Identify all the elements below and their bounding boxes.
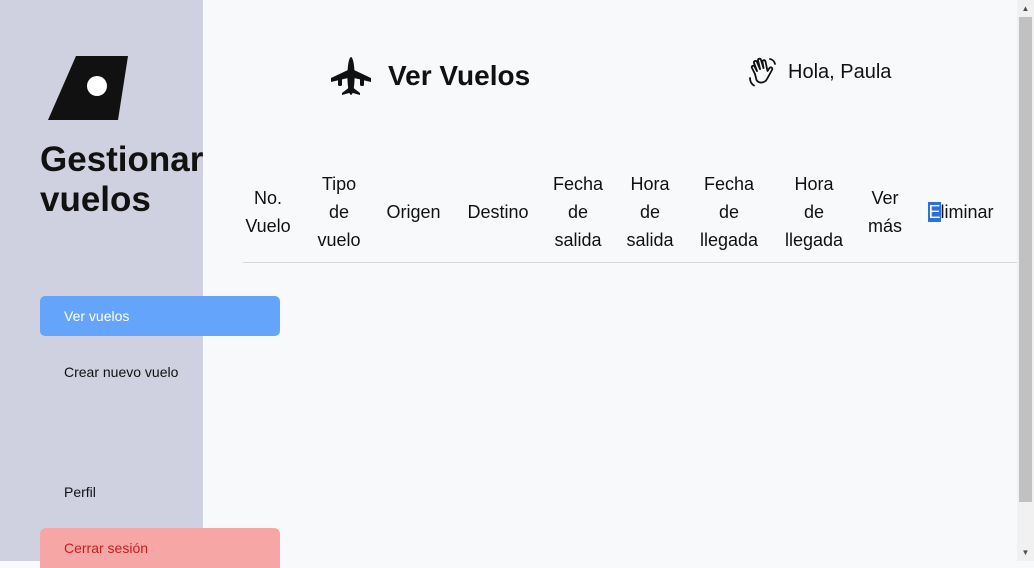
- column-header-hora-de-salida: Hora de salida: [626, 174, 674, 250]
- vertical-scrollbar[interactable]: ▲ ▼: [1017, 0, 1034, 561]
- text-selection: E: [928, 202, 941, 222]
- greeting: Hola, Paula: [788, 61, 892, 83]
- nav-perfil[interactable]: Perfil: [40, 472, 280, 512]
- flights-table-header: No. Vuelo Tipo de vuelo Origen Destino Fech…: [243, 162, 1017, 263]
- page-title: Ver Vuelos: [388, 60, 531, 91]
- scrollbar-thumb[interactable]: [1019, 17, 1032, 502]
- column-header-tipo-de-vuelo: Tipo de vuelo: [317, 174, 361, 250]
- nav-cerrar-sesion[interactable]: Cerrar sesión: [40, 528, 280, 568]
- nav-ver-vuelos[interactable]: Ver vuelos: [40, 296, 280, 336]
- column-header-no-vuelo: No. Vuelo: [245, 188, 291, 236]
- waving-hand-icon: [749, 57, 776, 87]
- scroll-down-arrow-icon[interactable]: ▼: [1017, 544, 1034, 561]
- sidebar: Gestionar vuelos Ver vuelos Crear nuevo …: [0, 0, 280, 568]
- scroll-up-arrow-icon[interactable]: ▲: [1017, 0, 1034, 17]
- column-header-ver-mas: Ver más: [867, 188, 902, 236]
- plane-tail-logo-icon: [48, 56, 128, 120]
- column-header-hora-de-llegada: Hora de llegada: [784, 174, 844, 250]
- column-header-destino: Destino: [467, 202, 529, 222]
- sidebar-title: Gestionar vuelos: [40, 140, 204, 219]
- airplane-icon: [331, 57, 371, 95]
- column-header-fecha-de-salida: Fecha de salida: [552, 174, 604, 250]
- column-header-fecha-de-llegada: Fecha de llegada: [699, 174, 759, 250]
- column-header-eliminar: Eliminar: [928, 202, 994, 222]
- column-header-origen: Origen: [386, 202, 441, 222]
- nav-crear-nuevo-vuelo[interactable]: Crear nuevo vuelo: [40, 352, 280, 392]
